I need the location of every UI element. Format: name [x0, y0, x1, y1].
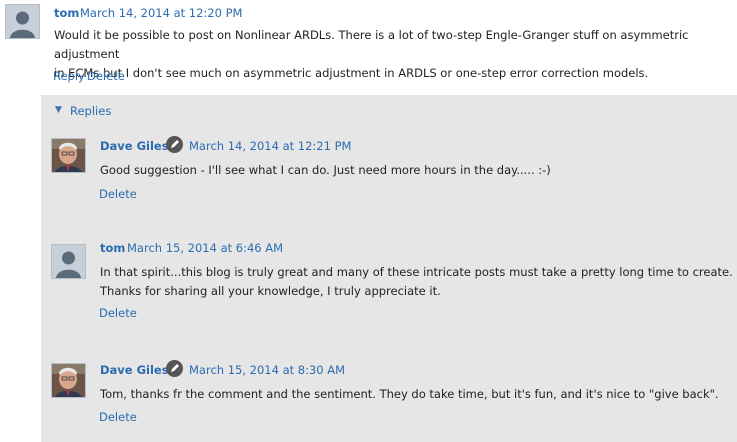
comment-text-line: in ECMs but I don't see much on asymmetr…	[54, 66, 649, 80]
reply-delete-link[interactable]: Delete	[99, 187, 137, 201]
pencil-icon	[166, 136, 183, 153]
default-user-icon	[52, 245, 85, 278]
default-user-icon	[6, 5, 39, 38]
reply-delete-link[interactable]: Delete	[99, 410, 137, 424]
author-photo-avatar[interactable]	[51, 363, 86, 398]
reply-text: Tom, thanks fr the comment and the senti…	[100, 387, 719, 401]
reply-date[interactable]: March 15, 2014 at 8:30 AM	[189, 363, 345, 377]
author-photo-avatar[interactable]	[51, 138, 86, 173]
reply-author[interactable]: Dave Giles	[100, 139, 169, 153]
pencil-icon	[166, 360, 183, 377]
reply-text-line: In that spirit...this blog is truly grea…	[100, 265, 733, 279]
collapse-caret-icon[interactable]: ▼	[55, 105, 62, 115]
comment-text-line: Would it be possible to post on Nonlinea…	[54, 28, 689, 61]
author-photo-icon	[52, 364, 85, 397]
reply-text: Good suggestion - I'll see what I can do…	[100, 163, 551, 177]
delete-link[interactable]: Delete	[87, 69, 125, 83]
replies-thread: ▼ Replies Dave Giles March 14, 2014 at 1…	[41, 95, 737, 442]
reply-date[interactable]: March 15, 2014 at 6:46 AM	[127, 241, 283, 255]
comment-author[interactable]: tom	[54, 6, 79, 20]
user-avatar[interactable]	[5, 4, 40, 39]
reply-link[interactable]: Reply	[53, 69, 85, 83]
reply-date[interactable]: March 14, 2014 at 12:21 PM	[189, 139, 351, 153]
reply-text-line: Thanks for sharing all your knowledge, I…	[100, 284, 441, 298]
reply-delete-link[interactable]: Delete	[99, 306, 137, 320]
reply-text: In that spirit...this blog is truly grea…	[100, 263, 733, 301]
comment-date[interactable]: March 14, 2014 at 12:20 PM	[80, 6, 242, 20]
comment-text: Would it be possible to post on Nonlinea…	[54, 26, 737, 83]
reply-author[interactable]: Dave Giles	[100, 363, 169, 377]
user-avatar[interactable]	[51, 244, 86, 279]
reply-author[interactable]: tom	[100, 241, 125, 255]
author-photo-icon	[52, 139, 85, 172]
replies-toggle[interactable]: Replies	[70, 104, 111, 118]
